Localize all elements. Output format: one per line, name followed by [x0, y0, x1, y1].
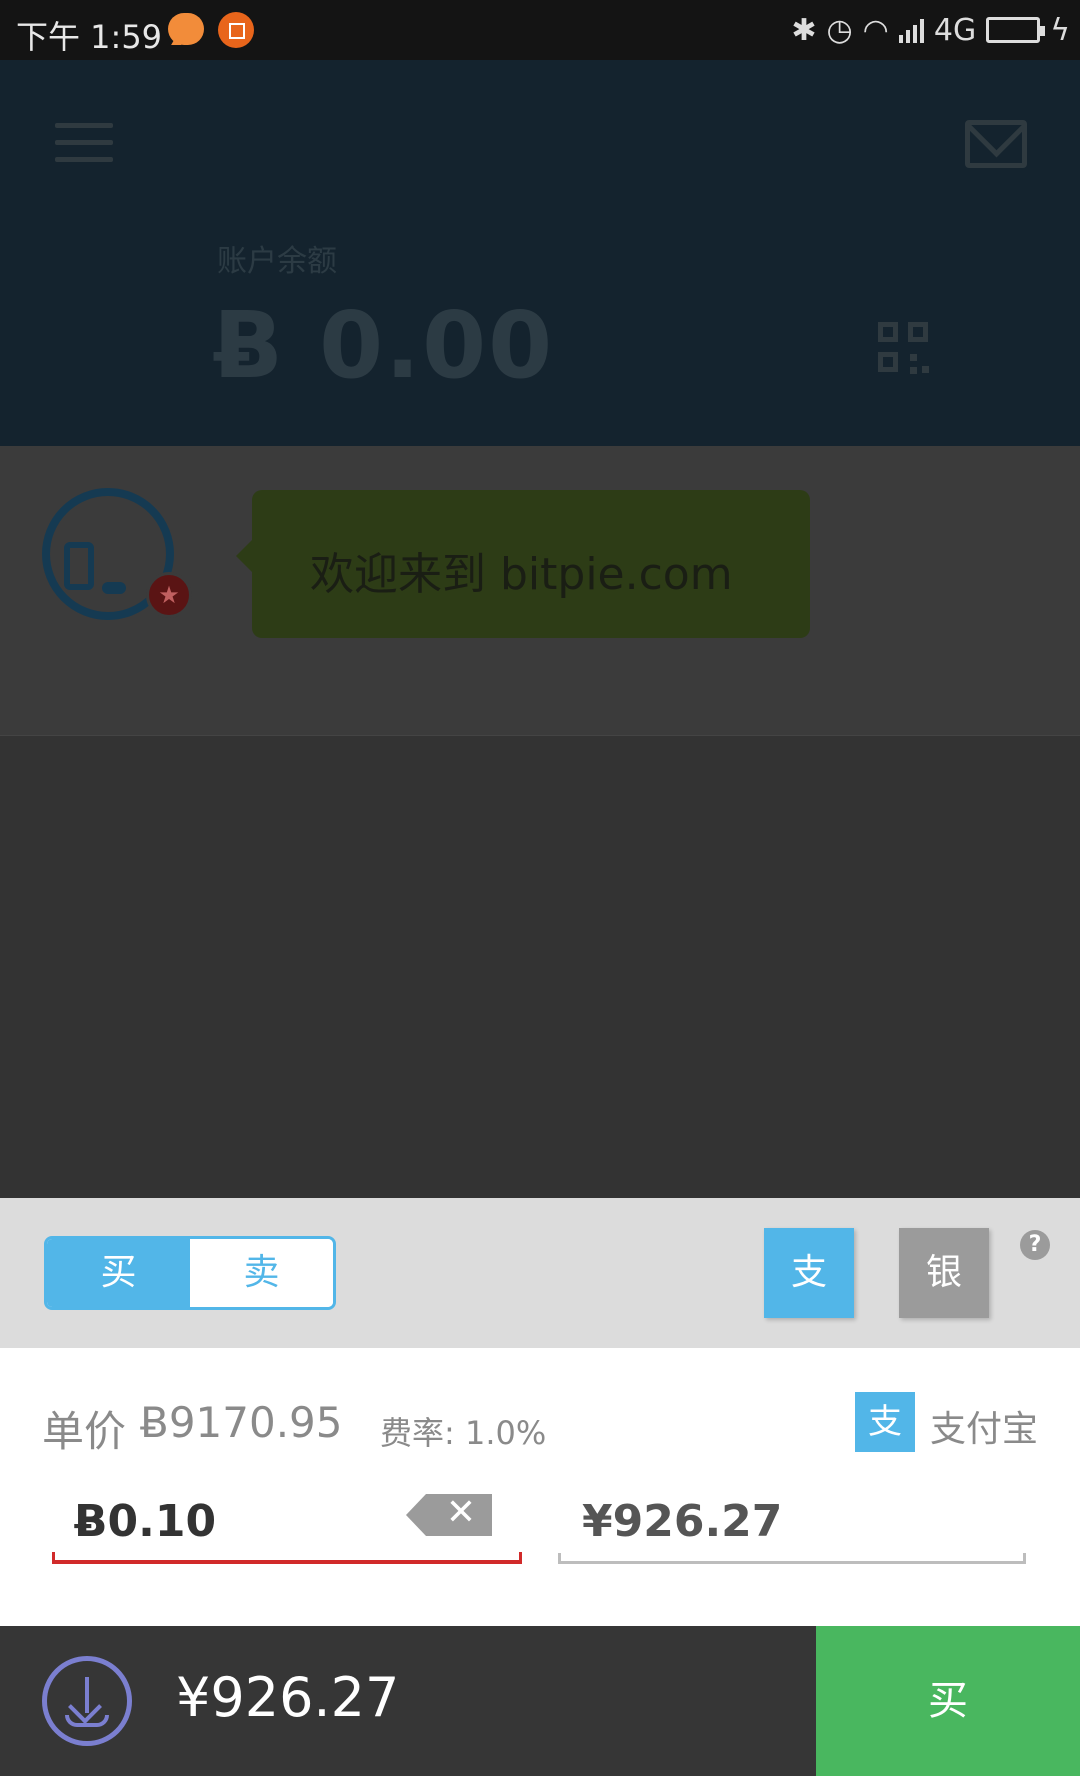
btc-amount-field[interactable]: Ƀ0.10 ✕	[52, 1472, 522, 1572]
battery-icon	[986, 17, 1046, 43]
backspace-clear-icon[interactable]: ✕	[406, 1492, 492, 1536]
total-amount: ¥926.27	[176, 1666, 400, 1729]
trade-options-bar: 买 卖 支 银 ?	[0, 1198, 1080, 1348]
qr-code-icon[interactable]	[878, 322, 930, 374]
sell-tab[interactable]: 卖	[190, 1239, 333, 1307]
bluetooth-icon: ✱	[791, 12, 817, 48]
charging-icon: ϟ	[1050, 12, 1070, 48]
cny-amount-value: ¥926.27	[582, 1496, 783, 1547]
buy-button[interactable]: 买	[816, 1626, 1080, 1776]
mail-icon[interactable]	[965, 120, 1027, 168]
status-bar: 下午 1:59 ✱ ◷ ◠ 4G ϟ	[0, 0, 1080, 60]
trade-form: 单价 Ƀ9170.95 费率: 1.0% 支 支付宝 Ƀ0.10 ✕ ¥926.…	[0, 1348, 1080, 1626]
wallet-header: 账户余额 Ƀ 0.00	[0, 60, 1080, 446]
price-value: Ƀ9170.95	[140, 1398, 343, 1447]
status-icons: ✱ ◷ ◠ 4G ϟ	[791, 10, 1070, 50]
buy-tab[interactable]: 买	[47, 1239, 190, 1307]
cny-field-underline	[558, 1553, 1026, 1564]
buy-sell-toggle: 买 卖	[44, 1236, 336, 1310]
app-notification-icon	[218, 12, 254, 48]
payment-method-name: 支付宝	[930, 1409, 1039, 1450]
balance-label: 账户余额	[217, 244, 337, 279]
chat-notification-icon	[168, 13, 204, 45]
dim-overlay[interactable]	[0, 737, 1080, 1198]
cny-amount-field[interactable]: ¥926.27	[558, 1472, 1026, 1572]
alarm-icon: ◷	[826, 12, 853, 48]
help-icon[interactable]: ?	[1020, 1230, 1050, 1260]
payment-method-badge: 支	[855, 1392, 915, 1452]
chat-bubble: 欢迎来到 bitpie.com	[236, 490, 810, 638]
btc-field-underline	[52, 1552, 522, 1564]
trade-footer: ¥926.27 买	[0, 1626, 1080, 1776]
star-badge-icon: ★	[146, 572, 192, 618]
chat-area: ★ 欢迎来到 bitpie.com	[0, 446, 1080, 736]
bank-button[interactable]: 银	[899, 1228, 989, 1318]
network-type: 4G	[933, 12, 977, 48]
chat-message: 欢迎来到 bitpie.com	[310, 549, 733, 600]
balance-value: Ƀ 0.00	[213, 292, 555, 399]
download-icon	[42, 1656, 132, 1746]
wifi-icon: ◠	[862, 12, 889, 48]
price-label: 单价	[42, 1407, 127, 1456]
alipay-button[interactable]: 支	[764, 1228, 854, 1318]
fee-rate: 费率: 1.0%	[380, 1414, 547, 1452]
signal-icon	[898, 17, 924, 43]
status-time: 下午 1:59	[16, 18, 163, 56]
btc-amount-value: Ƀ0.10	[74, 1496, 217, 1547]
menu-icon[interactable]	[55, 123, 113, 163]
